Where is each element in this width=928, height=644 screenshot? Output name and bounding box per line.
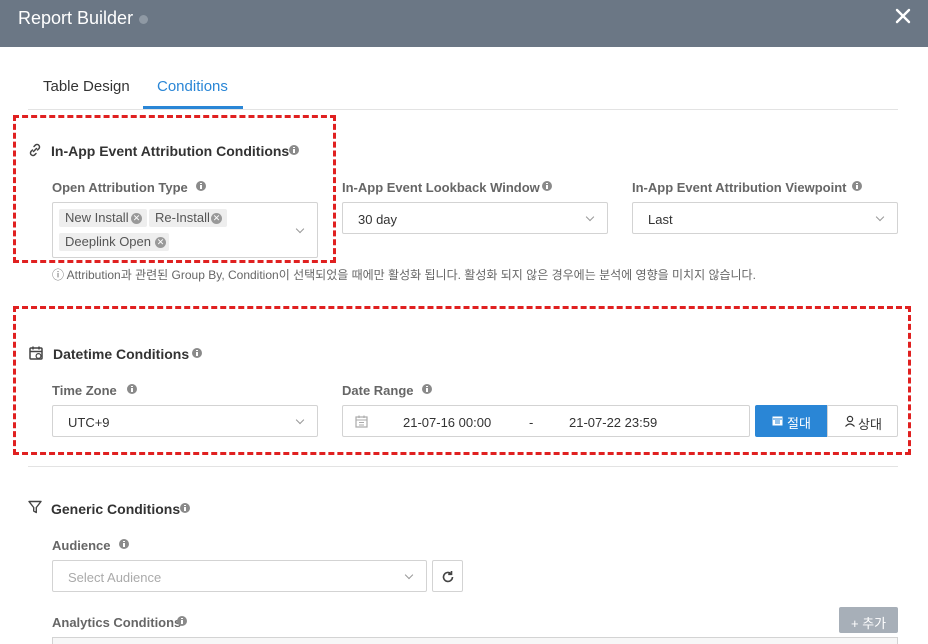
highlight-box-attribution: [13, 115, 336, 263]
add-condition-button[interactable]: + 추가: [839, 607, 898, 633]
lookback-window-value: 30 day: [358, 212, 398, 227]
time-zone-value: UTC+9: [68, 415, 110, 430]
close-icon[interactable]: [895, 8, 911, 24]
calendar-icon: [772, 416, 783, 426]
date-range-end[interactable]: 21-07-22 23:59: [569, 415, 657, 430]
analytics-conditions-label: Analytics Conditions: [52, 615, 182, 630]
info-icon[interactable]: [852, 181, 862, 191]
date-range-start[interactable]: 21-07-16 00:00: [403, 415, 491, 430]
tab-table-design[interactable]: Table Design: [43, 78, 130, 95]
info-icon[interactable]: [127, 384, 137, 394]
refresh-audience-button[interactable]: [432, 560, 463, 592]
attribution-viewpoint-select[interactable]: Last: [632, 202, 898, 234]
info-icon[interactable]: [119, 539, 129, 549]
info-icon[interactable]: [192, 348, 202, 358]
title-status-dot: [139, 15, 148, 24]
datetime-section-title: Datetime Conditions: [53, 346, 190, 362]
time-zone-label: Time Zone: [52, 383, 117, 398]
calendar-icon: [29, 346, 43, 360]
attribution-viewpoint-value: Last: [648, 212, 673, 227]
attribution-viewpoint-label: In-App Event Attribution Viewpoint: [632, 180, 847, 195]
chevron-down-icon: [404, 570, 414, 580]
info-icon[interactable]: [180, 503, 190, 513]
date-range-picker[interactable]: 21-07-16 00:00 - 21-07-22 23:59: [342, 405, 750, 437]
title-bar: Report Builder: [0, 0, 928, 47]
window-title: Report Builder: [18, 8, 134, 28]
lookback-window-select[interactable]: 30 day: [342, 202, 608, 234]
lookback-window-label: In-App Event Lookback Window: [342, 180, 540, 195]
section-divider: [28, 466, 898, 467]
tab-conditions[interactable]: Conditions: [157, 78, 228, 95]
tab-bar: Table Design Conditions: [28, 66, 898, 110]
filter-icon: [28, 500, 42, 514]
audience-select[interactable]: Select Audience: [52, 560, 427, 592]
refresh-icon: [442, 571, 454, 583]
analytics-conditions-panel: [52, 637, 898, 644]
info-icon[interactable]: [177, 616, 187, 626]
chevron-down-icon: [875, 212, 885, 222]
audience-label: Audience: [52, 538, 111, 553]
user-icon: [845, 415, 855, 427]
add-condition-label: + 추가: [851, 616, 887, 631]
audience-placeholder: Select Audience: [68, 570, 162, 585]
chevron-down-icon: [295, 415, 305, 425]
date-range-separator: -: [529, 415, 534, 430]
generic-section-title: Generic Conditions: [51, 501, 181, 517]
absolute-date-label: 절대: [787, 416, 811, 431]
active-tab-indicator: [143, 106, 243, 109]
time-zone-select[interactable]: UTC+9: [52, 405, 318, 437]
relative-date-label: 상대: [858, 417, 882, 432]
date-range-label: Date Range: [342, 383, 414, 398]
calendar-icon: [355, 415, 368, 428]
attribution-note: ⓘ Attribution과 관련된 Group By, Condition이 …: [52, 268, 756, 282]
chevron-down-icon: [585, 212, 595, 222]
info-icon[interactable]: [542, 181, 552, 191]
info-icon[interactable]: [422, 384, 432, 394]
absolute-date-button[interactable]: 절대: [755, 405, 827, 437]
relative-date-button[interactable]: 상대: [827, 405, 898, 437]
